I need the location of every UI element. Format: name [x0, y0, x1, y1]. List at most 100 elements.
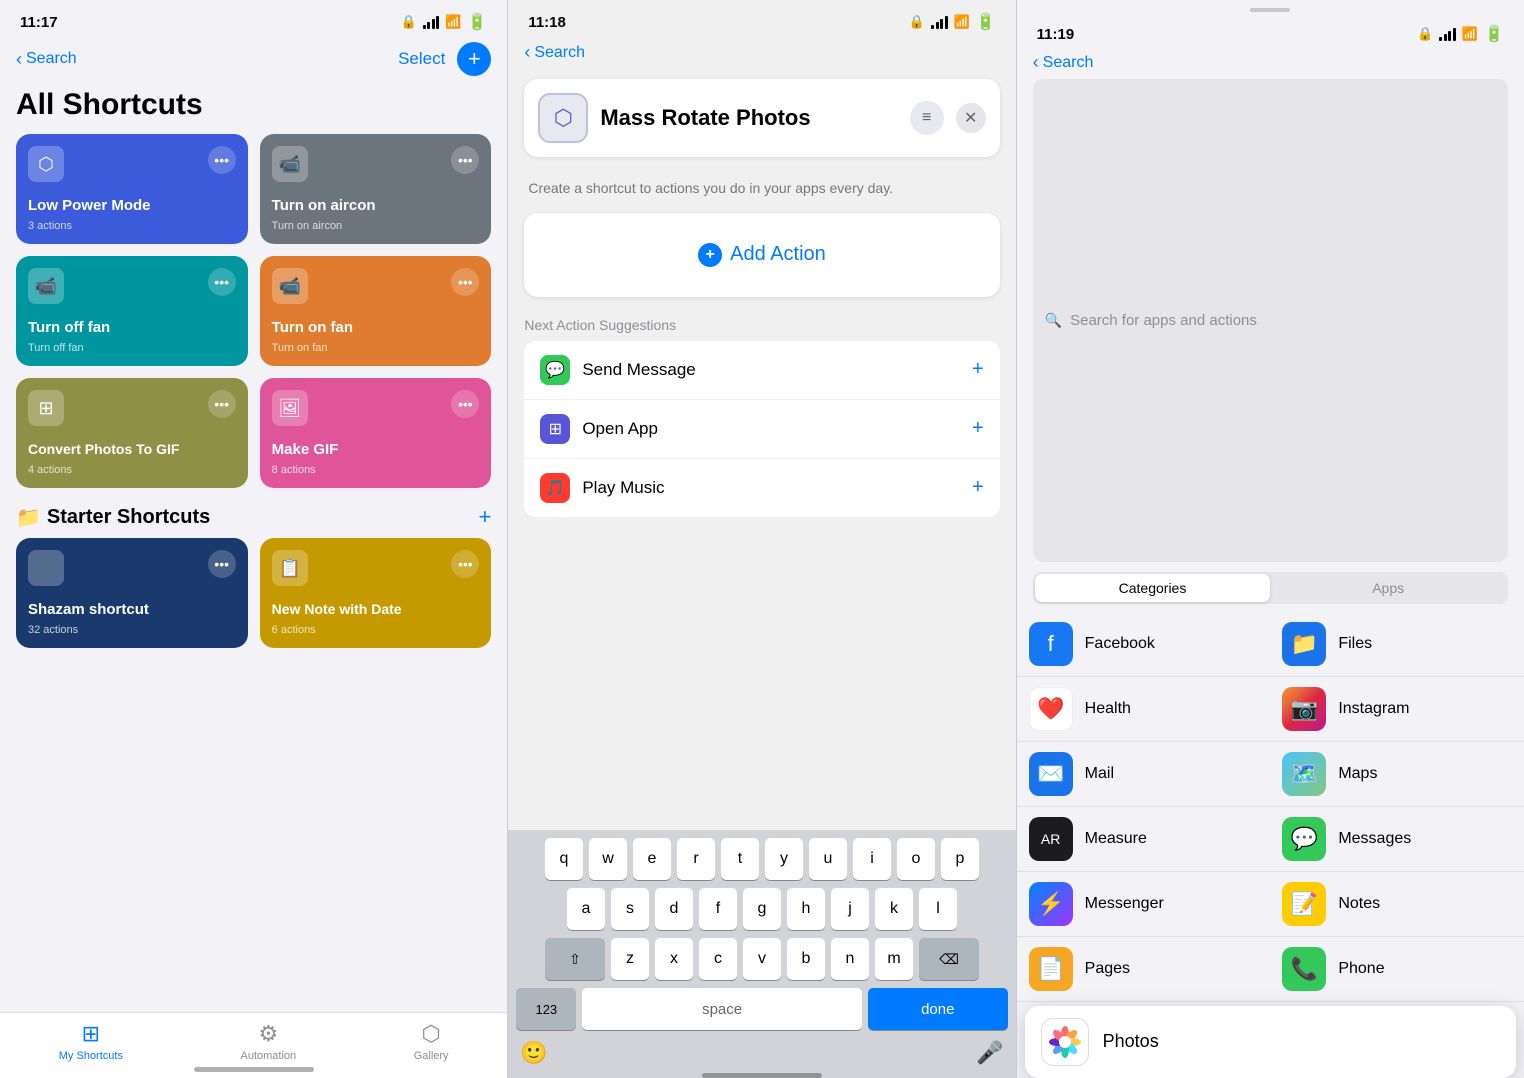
shortcut-header-icon[interactable]: ⬡: [538, 93, 588, 143]
key-done[interactable]: done: [868, 988, 1008, 1030]
shortcut-card-aircon[interactable]: 📹 ••• Turn on aircon Turn on aircon: [260, 134, 492, 244]
shortcut-card-makegif[interactable]: 🖼 ••• Make GIF 8 actions: [260, 378, 492, 488]
shortcut-card-shazam[interactable]: 🎵 ••• Shazam shortcut 32 actions: [16, 538, 248, 648]
shortcut-menu-button-6[interactable]: •••: [451, 390, 479, 418]
key-b[interactable]: b: [787, 938, 825, 980]
shortcut-card-low-power[interactable]: ⬡ ••• Low Power Mode 3 actions: [16, 134, 248, 244]
key-j[interactable]: j: [831, 888, 869, 930]
app-name-files: Files: [1338, 635, 1372, 653]
key-t[interactable]: t: [721, 838, 759, 880]
back-label-3: Search: [1043, 54, 1094, 72]
key-m[interactable]: m: [875, 938, 913, 980]
key-l[interactable]: l: [919, 888, 957, 930]
shortcut-menu-newnote[interactable]: •••: [451, 550, 479, 578]
shortcut-card-fan-off[interactable]: 📹 ••• Turn off fan Turn off fan: [16, 256, 248, 366]
suggestion-play-music[interactable]: 🎵 Play Music +: [524, 459, 999, 517]
add-action-plus-icon: +: [698, 243, 722, 267]
suggestion-send-message[interactable]: 💬 Send Message +: [524, 341, 999, 400]
app-col-notes[interactable]: 📝 Notes: [1270, 872, 1524, 936]
key-e[interactable]: e: [633, 838, 671, 880]
key-space[interactable]: space: [582, 988, 862, 1030]
app-col-instagram[interactable]: 📷 Instagram: [1270, 677, 1524, 741]
card-top: ⬡ •••: [28, 146, 236, 182]
shortcut-name-4: Turn on fan: [272, 319, 480, 336]
app-col-messages[interactable]: 💬 Messages: [1270, 807, 1524, 871]
app-col-facebook[interactable]: f Facebook: [1017, 612, 1271, 676]
key-s[interactable]: s: [611, 888, 649, 930]
app-col-pages[interactable]: 📄 Pages: [1017, 937, 1271, 1001]
select-button-1[interactable]: Select: [398, 49, 445, 69]
key-k[interactable]: k: [875, 888, 913, 930]
suggestion-open-app[interactable]: ⊞ Open App +: [524, 400, 999, 459]
key-z[interactable]: z: [611, 938, 649, 980]
key-u[interactable]: u: [809, 838, 847, 880]
shortcut-sub: 3 actions: [28, 220, 236, 232]
app-col-files[interactable]: 📁 Files: [1270, 612, 1524, 676]
app-col-photos-highlighted[interactable]: Photos: [1025, 1006, 1516, 1078]
key-c[interactable]: c: [699, 938, 737, 980]
tab-apps[interactable]: Apps: [1270, 574, 1506, 602]
shortcut-menu-button-2[interactable]: •••: [451, 146, 479, 174]
app-col-health[interactable]: ❤️ Health: [1017, 677, 1271, 741]
add-action-card[interactable]: + Add Action: [524, 213, 999, 297]
app-col-measure[interactable]: AR Measure: [1017, 807, 1271, 871]
key-x[interactable]: x: [655, 938, 693, 980]
app-row-1: f Facebook 📁 Files: [1017, 612, 1524, 677]
key-p[interactable]: p: [941, 838, 979, 880]
tab-categories[interactable]: Categories: [1035, 574, 1271, 602]
app-col-phone[interactable]: 📞 Phone: [1270, 937, 1524, 1001]
add-shortcut-button-1[interactable]: +: [457, 42, 491, 76]
status-icons-3: 🔒 📶 🔋: [1417, 24, 1504, 44]
key-q[interactable]: q: [545, 838, 583, 880]
category-tabs: Categories Apps: [1033, 572, 1508, 604]
shortcut-name-6: Make GIF: [272, 441, 480, 458]
key-a[interactable]: a: [567, 888, 605, 930]
shortcut-name-input[interactable]: [600, 105, 897, 131]
app-col-messenger[interactable]: ⚡ Messenger: [1017, 872, 1271, 936]
back-search-3[interactable]: ‹ Search: [1033, 52, 1094, 73]
key-r[interactable]: r: [677, 838, 715, 880]
search-bar[interactable]: 🔍 Search for apps and actions: [1033, 79, 1508, 562]
back-search-2[interactable]: ‹ Search: [524, 42, 585, 63]
status-icons-1: 🔒 📶 🔋: [401, 12, 488, 32]
app-row-7-container: Photos 🎙 Podcasts: [1017, 1006, 1524, 1078]
suggestion-add-send[interactable]: +: [972, 358, 984, 381]
key-v[interactable]: v: [743, 938, 781, 980]
key-i[interactable]: i: [853, 838, 891, 880]
key-123[interactable]: 123: [516, 988, 576, 1030]
app-name-notes: Notes: [1338, 895, 1380, 913]
back-search-1[interactable]: ‹ Search: [16, 49, 77, 70]
key-w[interactable]: w: [589, 838, 627, 880]
shortcut-menu-shazam[interactable]: •••: [208, 550, 236, 578]
shortcut-card-gif[interactable]: ⊞ ••• Convert Photos To GIF 4 actions: [16, 378, 248, 488]
key-g[interactable]: g: [743, 888, 781, 930]
emoji-button[interactable]: 🙂: [520, 1040, 547, 1066]
key-f[interactable]: f: [699, 888, 737, 930]
shortcut-card-fan-on[interactable]: 📹 ••• Turn on fan Turn on fan: [260, 256, 492, 366]
starter-add-button[interactable]: +: [478, 504, 491, 530]
tab-gallery-label: Gallery: [414, 1050, 449, 1062]
suggestion-add-music[interactable]: +: [972, 476, 984, 499]
mic-button[interactable]: 🎤: [976, 1040, 1003, 1066]
app-icon-files: 📁: [1282, 622, 1326, 666]
key-n[interactable]: n: [831, 938, 869, 980]
shortcut-card-newnote[interactable]: 📋 ••• New Note with Date 6 actions: [260, 538, 492, 648]
key-shift[interactable]: ⇧: [545, 938, 605, 980]
shortcut-menu-button-5[interactable]: •••: [208, 390, 236, 418]
suggestion-add-open[interactable]: +: [972, 417, 984, 440]
key-delete[interactable]: ⌫: [919, 938, 979, 980]
app-col-maps[interactable]: 🗺️ Maps: [1270, 742, 1524, 806]
tab-my-shortcuts[interactable]: ⊞ My Shortcuts: [59, 1021, 123, 1062]
shortcut-menu-button-3[interactable]: •••: [208, 268, 236, 296]
shortcut-close-button[interactable]: ✕: [956, 103, 986, 133]
shortcut-menu-button-4[interactable]: •••: [451, 268, 479, 296]
tab-gallery[interactable]: ⬡ Gallery: [414, 1021, 449, 1062]
key-o[interactable]: o: [897, 838, 935, 880]
shortcut-menu-button[interactable]: •••: [208, 146, 236, 174]
key-y[interactable]: y: [765, 838, 803, 880]
app-col-mail[interactable]: ✉️ Mail: [1017, 742, 1271, 806]
key-h[interactable]: h: [787, 888, 825, 930]
shortcut-options-button[interactable]: ≡: [910, 101, 944, 135]
tab-automation[interactable]: ⚙ Automation: [241, 1021, 297, 1062]
key-d[interactable]: d: [655, 888, 693, 930]
